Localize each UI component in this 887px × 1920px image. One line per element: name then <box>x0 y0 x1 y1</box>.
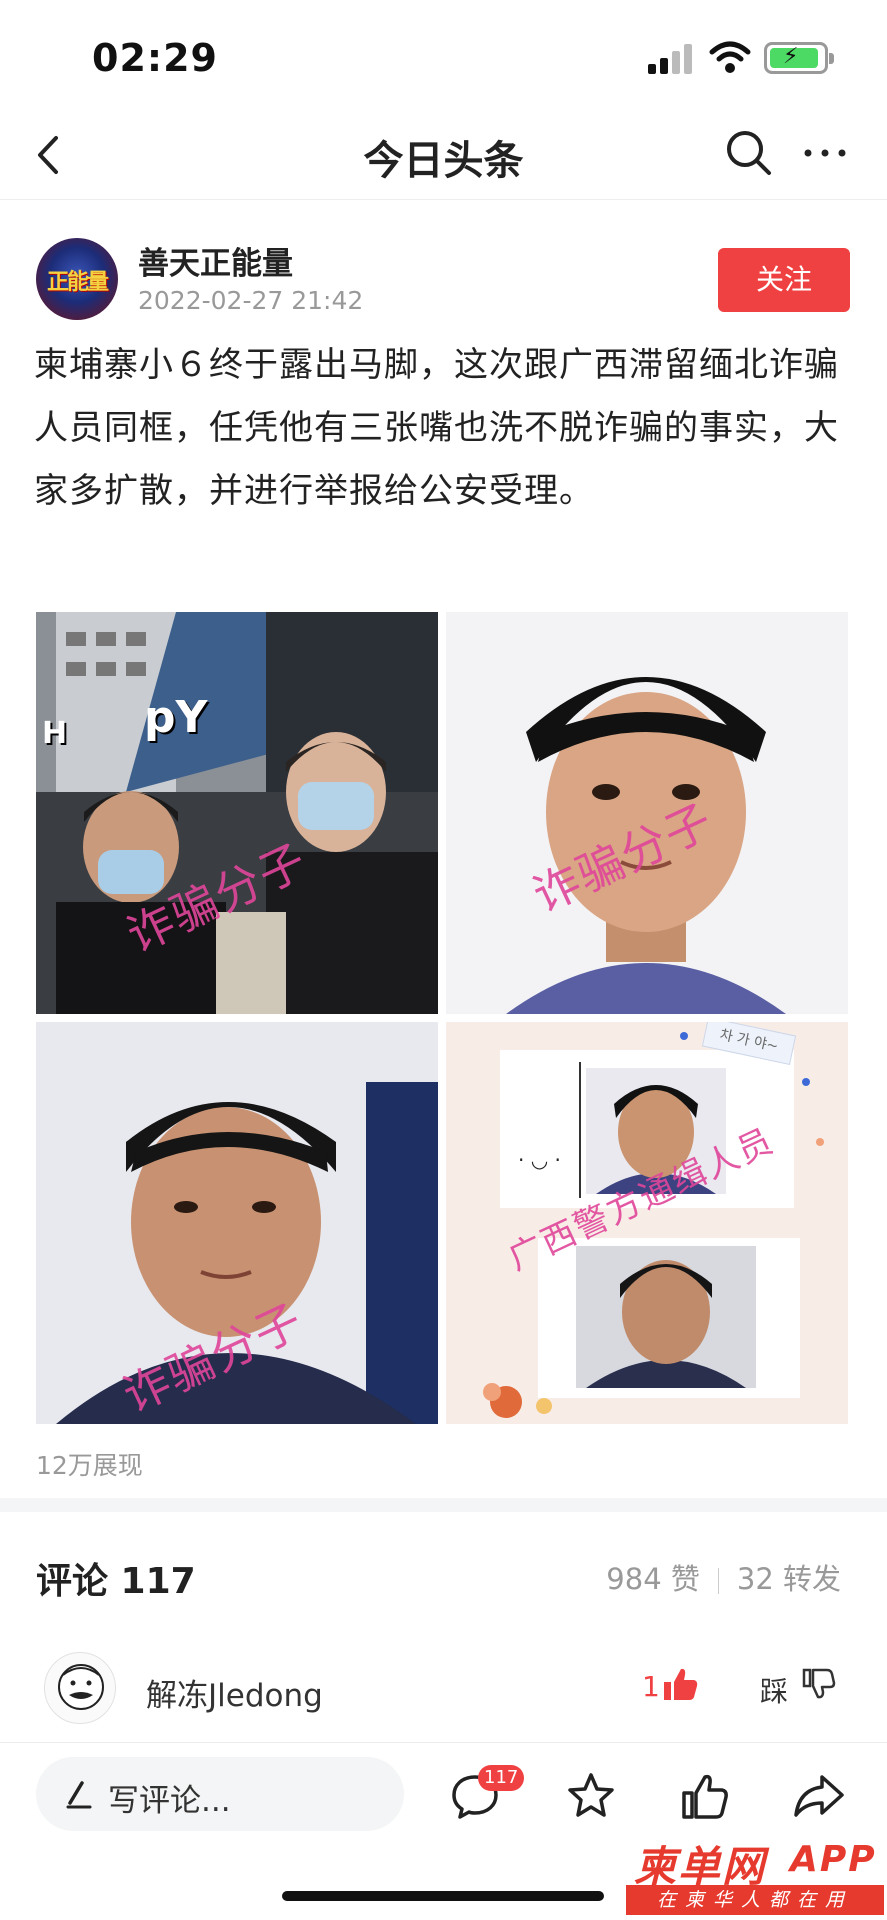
app-watermark-logo: 柬单网 APP 在柬华人都在用 <box>626 1833 884 1917</box>
battery-icon: ⚡ <box>764 42 834 74</box>
search-icon[interactable] <box>722 126 776 180</box>
bottom-action-bar: 写评论... 117 柬单网 APP 在柬华人都在用 <box>0 1742 887 1920</box>
comment-like-count: 1 <box>642 1670 660 1703</box>
section-divider <box>0 1498 887 1512</box>
more-icon[interactable] <box>798 126 852 180</box>
comment-placeholder: 写评论... <box>108 1783 231 1819</box>
wifi-icon <box>709 41 751 73</box>
cellular-signal-icon <box>648 44 692 74</box>
watermark-slogan: 在柬华人都在用 <box>626 1885 884 1915</box>
commenter-avatar[interactable] <box>44 1652 116 1724</box>
author-name[interactable]: 善天正能量 <box>138 238 293 283</box>
comment-dislike-label[interactable]: 踩 <box>760 1670 788 1710</box>
thumbs-up-filled-icon[interactable] <box>660 1664 700 1704</box>
comment-count-badge: 117 <box>478 1765 525 1791</box>
watermark-app-label: APP <box>790 1839 877 1880</box>
comment-input[interactable]: 写评论... <box>36 1757 404 1831</box>
post-image-1[interactable]: H pY 诈骗分子 <box>36 612 438 1014</box>
nav-bar: 今日头条 <box>0 110 887 200</box>
post-image-3[interactable]: 诈骗分子 <box>36 1022 438 1424</box>
follow-button[interactable]: 关注 <box>718 248 850 312</box>
post-stats: 984 赞 32 转发 <box>606 1556 841 1598</box>
image-sign-text: pY <box>144 692 208 743</box>
author-header: 正能量 善天正能量 2022-02-27 21:42 关注 <box>0 200 887 330</box>
thumbs-up-icon[interactable] <box>678 1769 732 1823</box>
home-indicator[interactable] <box>282 1891 604 1901</box>
svg-text:· ◡ ·: · ◡ · <box>518 1148 561 1172</box>
post-image-2[interactable]: 诈骗分子 <box>446 612 848 1014</box>
like-count[interactable]: 984 赞 <box>606 1562 700 1596</box>
author-avatar[interactable]: 正能量 <box>36 238 118 320</box>
stats-separator <box>717 1568 719 1594</box>
avatar-logo-text: 正能量 <box>46 270 109 295</box>
status-bar: 02:29 ⚡ <box>0 0 887 110</box>
post-image-4[interactable]: · ◡ · 차 가 야~ 广西警方通缉人员 <box>446 1022 848 1424</box>
status-time: 02:29 <box>92 36 218 80</box>
share-arrow-icon[interactable] <box>792 1769 846 1823</box>
post-text: 柬埔寨小６终于露出马脚，这次跟广西滞留缅北诈骗人员同框，任凭他有三张嘴也洗不脱诈… <box>34 345 839 511</box>
comment-item: 解冻Jledong 1 踩 <box>0 1640 887 1740</box>
star-icon[interactable] <box>564 1769 618 1823</box>
pen-icon <box>66 1781 92 1809</box>
thumbs-down-icon[interactable] <box>800 1666 836 1702</box>
share-count[interactable]: 32 转发 <box>737 1562 841 1596</box>
post-timestamp: 2022-02-27 21:42 <box>138 286 364 315</box>
comments-title: 评论 117 <box>36 1561 196 1602</box>
commenter-name[interactable]: 解冻Jledong <box>146 1670 323 1715</box>
view-count: 12万展现 <box>36 1451 143 1480</box>
